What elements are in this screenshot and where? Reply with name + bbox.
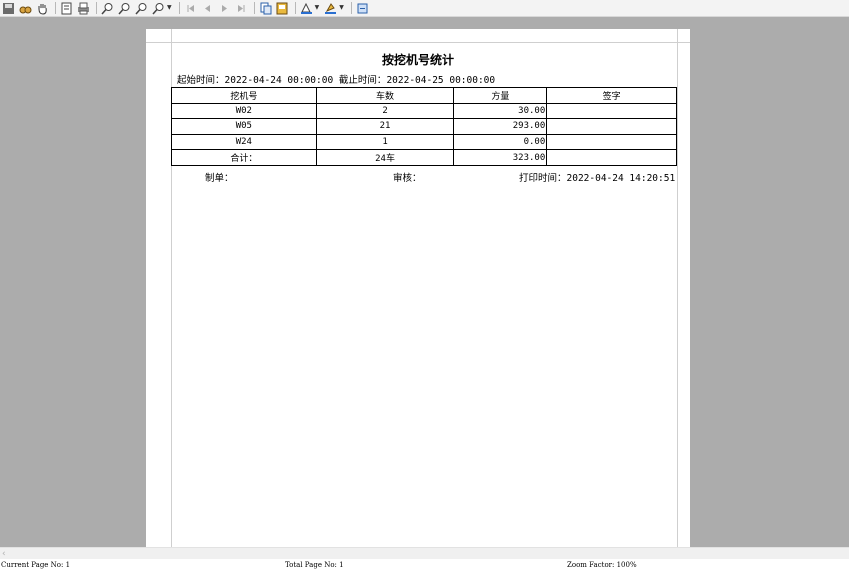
table-row: W02 2 30.00 [171, 102, 677, 120]
find-icon[interactable] [18, 1, 33, 16]
hand-icon[interactable] [35, 1, 50, 16]
horizontal-scrollbar[interactable]: ‹ [0, 547, 849, 559]
page-color-icon[interactable] [299, 1, 314, 16]
page-margin-line [146, 42, 690, 43]
print-setup-icon[interactable] [59, 1, 74, 16]
cell-signature [546, 102, 677, 120]
total-trucks: 24车 [315, 149, 455, 166]
toolbar-separator [294, 2, 296, 14]
report-title: 按挖机号统计 [381, 53, 454, 67]
cell-signature [546, 118, 677, 135]
header-signature: 签字 [546, 87, 677, 104]
copy-icon[interactable] [258, 1, 273, 16]
export-icon[interactable] [275, 1, 290, 16]
page-margin-line [677, 29, 678, 547]
cell-machine: W05 [171, 118, 317, 135]
zoom-factor-status: Zoom Factor: 100% [567, 561, 637, 569]
total-signature [546, 149, 677, 166]
time-range: 起始时间：2022-04-24 00:00:00 截止时间：2022-04-25… [177, 72, 495, 86]
last-page-icon[interactable] [234, 1, 249, 16]
watermark-icon[interactable] [323, 1, 338, 16]
first-page-icon[interactable] [183, 1, 198, 16]
page-color-dropdown-icon[interactable]: ▼ [315, 5, 320, 11]
print-time: 打印时间：2022-04-24 14:20:51 [519, 170, 675, 184]
start-time-value: 2022-04-24 00:00:00 [224, 75, 334, 86]
cell-trucks: 1 [315, 133, 455, 151]
toolbar-separator [55, 2, 56, 14]
total-label: 合计： [171, 149, 317, 166]
zoom-out-icon[interactable] [117, 1, 132, 16]
cell-trucks: 2 [315, 102, 455, 120]
total-volume: 323.00 [453, 149, 548, 166]
toolbar-separator [96, 2, 97, 14]
watermark-dropdown-icon[interactable]: ▼ [339, 5, 344, 11]
prev-page-icon[interactable] [200, 1, 215, 16]
total-page-status: Total Page No: 1 [285, 561, 344, 569]
current-page-status: Current Page No: 1 [1, 561, 71, 569]
cell-trucks: 21 [315, 118, 455, 135]
maker-label: 制单： [205, 173, 234, 184]
preview-viewport[interactable]: 按挖机号统计 起始时间：2022-04-24 00:00:00 截止时间：202… [0, 17, 849, 547]
status-bar: Current Page No: 1 Total Page No: 1 Zoom… [0, 559, 849, 570]
cell-volume: 30.00 [453, 102, 548, 120]
end-time-value: 2022-04-25 00:00:00 [386, 75, 496, 86]
cell-volume: 0.00 [453, 133, 548, 151]
toolbar-separator [178, 2, 180, 14]
exit-icon[interactable] [355, 1, 370, 16]
header-volume: 方量 [453, 87, 548, 104]
reviewer-label: 审核： [393, 173, 422, 184]
zoom-fit-icon[interactable] [134, 1, 149, 16]
start-time-label: 起始时间： [177, 75, 225, 86]
print-time-value: 2022-04-24 14:20:51 [566, 173, 676, 184]
table-row: W05 21 293.00 [171, 118, 677, 135]
toolbar-separator [253, 2, 255, 14]
toolbar-separator [350, 2, 352, 14]
total-row: 合计： 24车 323.00 [171, 149, 677, 166]
zoom-icon[interactable] [151, 1, 166, 16]
print-time-label: 打印时间： [519, 173, 567, 184]
report-page: 按挖机号统计 起始时间：2022-04-24 00:00:00 截止时间：202… [146, 29, 690, 547]
cell-machine: W24 [171, 133, 317, 151]
cell-volume: 293.00 [453, 118, 548, 135]
report-table: 挖机号 车数 方量 签字 W02 2 30.00 W05 21 293.00 W… [171, 87, 677, 166]
cell-signature [546, 133, 677, 151]
print-icon[interactable] [76, 1, 91, 16]
header-trucks: 车数 [315, 87, 455, 104]
zoom-in-icon[interactable] [100, 1, 115, 16]
end-time-label: 截止时间： [338, 75, 387, 86]
next-page-icon[interactable] [217, 1, 232, 16]
save-icon[interactable] [1, 1, 16, 16]
zoom-dropdown-icon[interactable]: ▼ [167, 5, 172, 11]
preview-toolbar: ▼ ▼ ▼ [0, 0, 849, 17]
table-row: W24 1 0.00 [171, 133, 677, 151]
header-machine: 挖机号 [171, 87, 317, 104]
table-header-row: 挖机号 车数 方量 签字 [171, 87, 677, 104]
cell-machine: W02 [171, 102, 317, 120]
